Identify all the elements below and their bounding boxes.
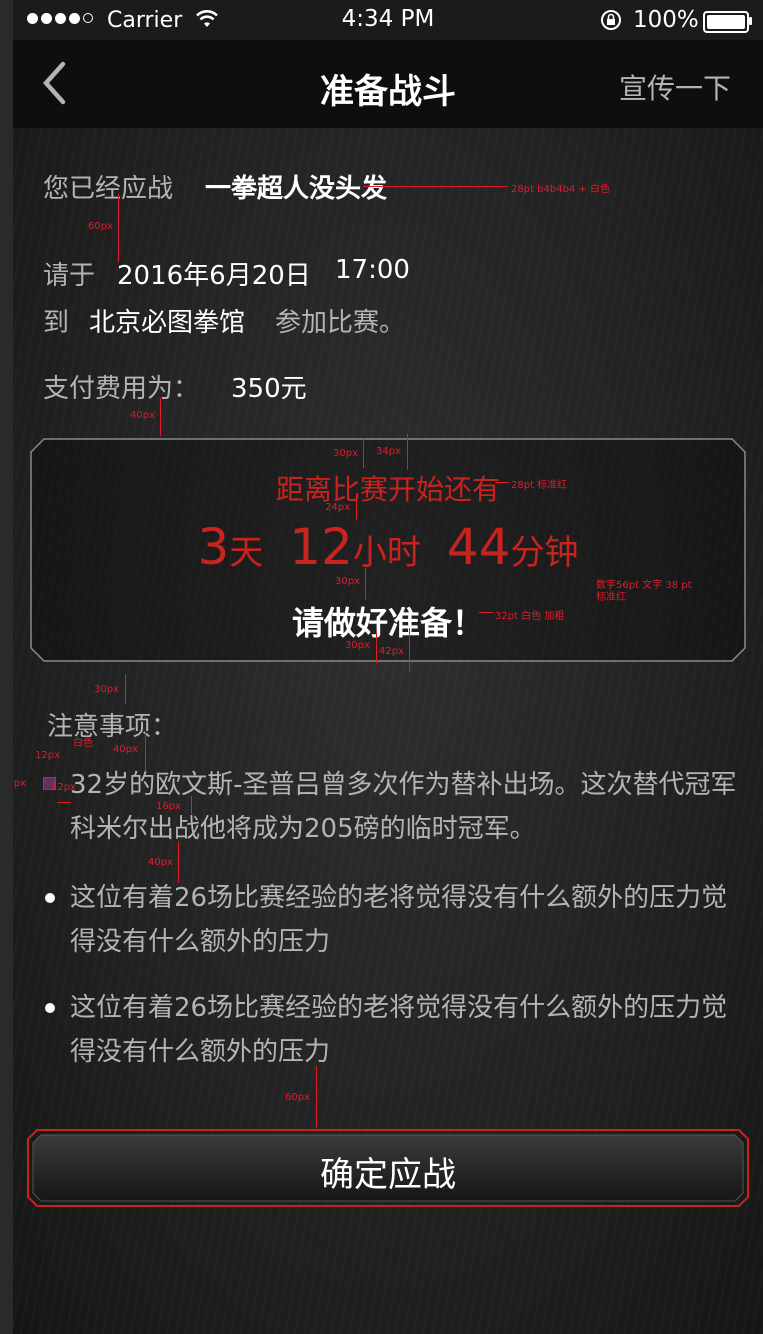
match-date: 2016年6月20日 [117,261,311,291]
list-bullet [45,893,55,903]
notes-title: 注意事项： [47,712,178,742]
ready-message: 请做好准备！ [291,604,484,642]
annotation: 60px [88,221,113,232]
annotation: 12px [13,778,26,789]
annotation: 30px [345,640,370,651]
countdown-timer: 3天 12小时 44分钟 [30,518,746,576]
annotation: 24px [325,502,350,513]
rotation-lock-icon [601,10,621,30]
date-prefix: 请于 [43,261,96,291]
annotation: 16px [156,801,181,812]
minutes-value: 44 [446,518,511,576]
annotation: 12px [35,750,60,761]
hours-value: 12 [289,518,353,576]
annotation: 40px [113,744,138,755]
battery-percent: 100% [633,7,699,33]
annotation: 28pt b4b4b4 + 白色 [511,184,611,195]
annotation: 42px [379,646,404,657]
status-bar: Carrier 4:34 PM 100% [13,0,763,40]
venue-name: 北京必图拳馆 [89,308,246,338]
countdown-panel: 距离比赛开始还有 3天 12小时 44分钟 请做好准备！ [30,438,746,662]
annotation: 60px [285,1092,310,1103]
content-area: 您已经应战 一拳超人没头发 请于 2016年6月20日 17:00 到 北京必图… [13,128,763,1334]
annotation: 40px [148,857,173,868]
countdown-title: 距离比赛开始还有 [275,473,500,506]
venue-prefix: 到 [43,308,70,338]
annotation: 40px [130,410,155,421]
accepted-label: 您已经应战 [43,174,174,204]
annotation: 28pt 标准红 [511,480,568,491]
hours-unit: 小时 [352,533,421,573]
days-unit: 天 [229,533,264,573]
list-bullet [45,1003,55,1013]
annotation: 34px [376,446,401,457]
days-value: 3 [197,518,230,576]
annotation: 30px [94,684,119,695]
annotation: 30px [335,576,360,587]
note-item-3: 这位有着26场比赛经验的老将觉得没有什么额外的压力觉得没有什么额外的压力 [70,993,728,1067]
battery-icon [703,11,749,33]
opponent-name: 一拳超人没头发 [205,174,388,204]
annotation: 30px [333,448,358,459]
match-time: 17:00 [335,255,410,285]
annotation: 标准红 [596,592,626,603]
note-item-2: 这位有着26场比赛经验的老将觉得没有什么额外的压力觉得没有什么额外的压力 [70,883,728,957]
annotation: 32pt 白色 加粗 [495,611,565,622]
navigation-bar: 准备战斗 宣传一下 [13,40,763,128]
fee-label: 支付费用为： [43,374,200,404]
venue-suffix: 参加比赛。 [275,308,406,338]
confirm-button-label: 确定应战 [320,1155,456,1195]
fee-value: 350元 [231,374,307,404]
confirm-challenge-button[interactable]: 确定应战 [27,1129,749,1207]
screen-edge [0,0,13,1334]
annotation: 12px [51,782,76,793]
annotation: 白色 [73,738,93,749]
share-button[interactable]: 宣传一下 [619,67,731,107]
minutes-unit: 分钟 [510,533,579,573]
app-screen: Carrier 4:34 PM 100% 准备战斗 宣传一下 您已经应战 一拳超… [0,0,763,1334]
